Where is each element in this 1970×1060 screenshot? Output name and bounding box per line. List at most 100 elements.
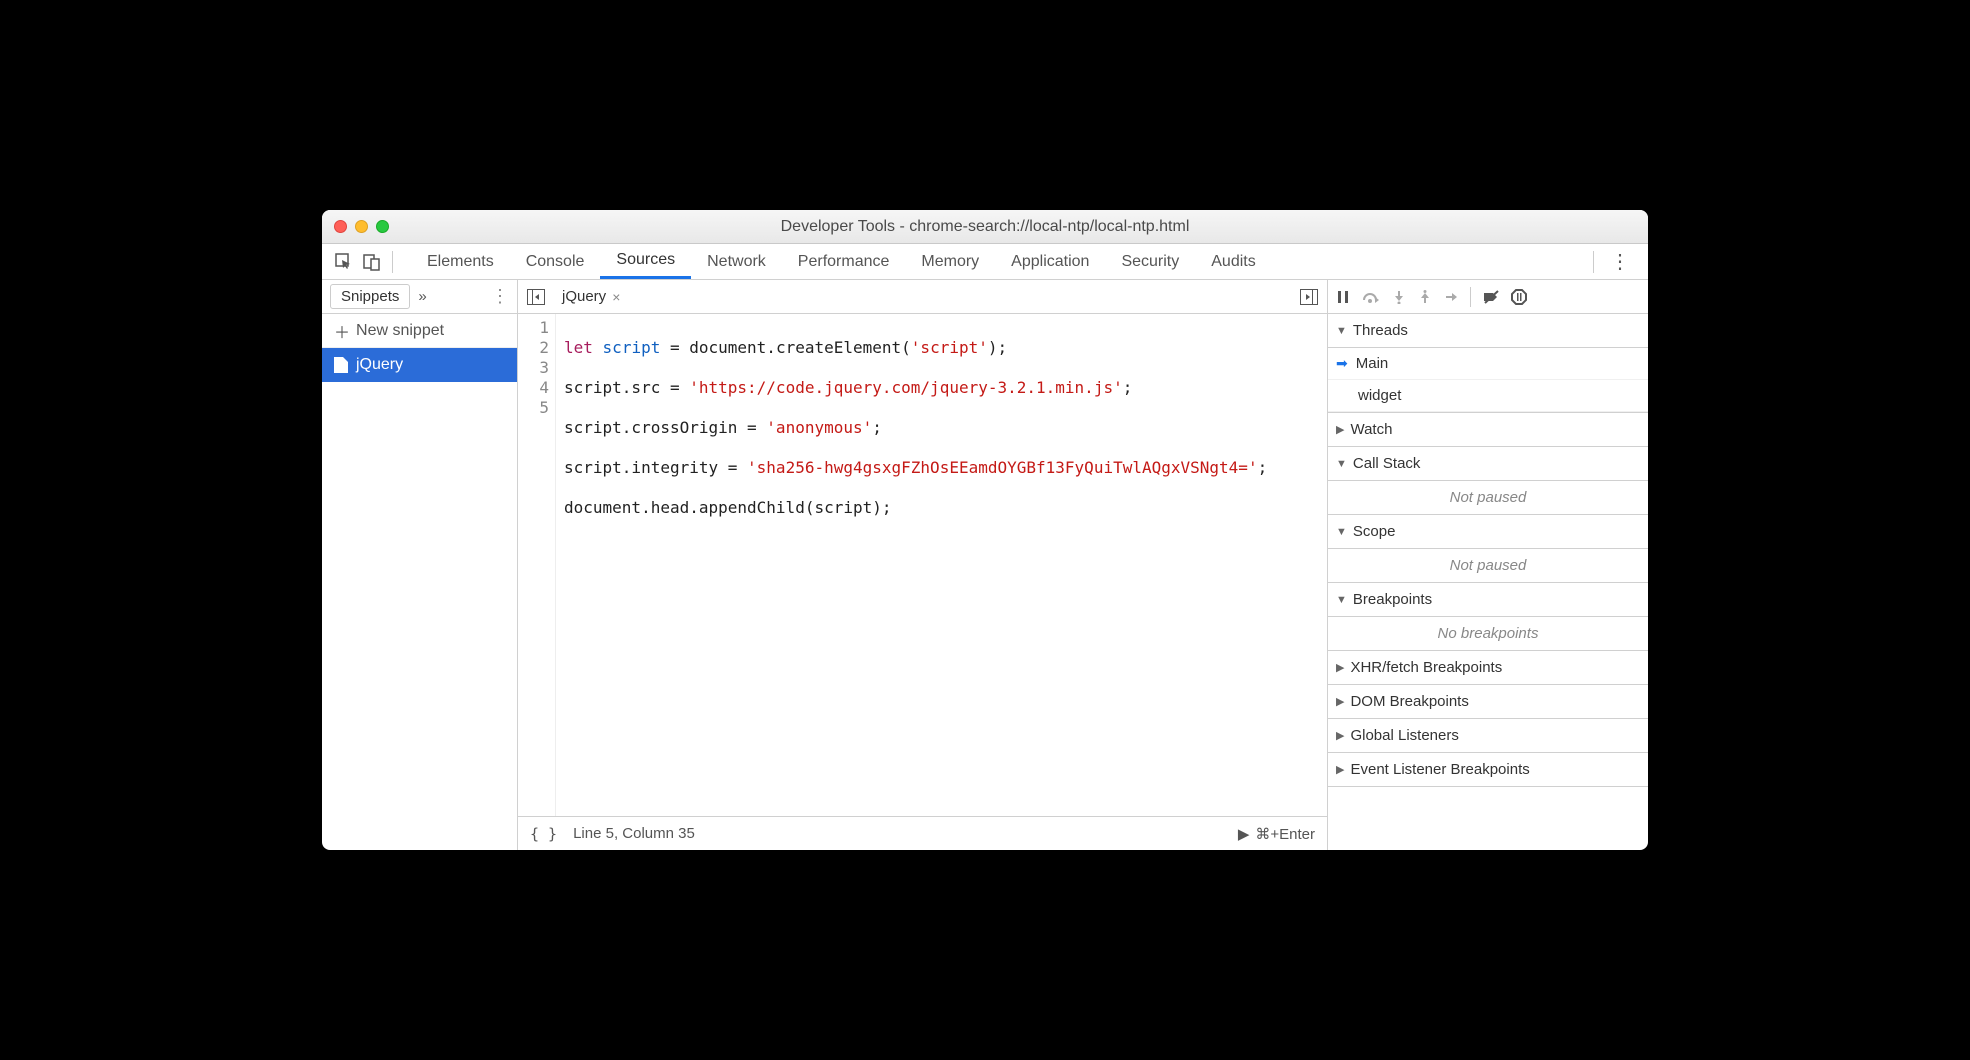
tab-elements[interactable]: Elements — [411, 244, 510, 279]
breakpoints-section-header[interactable]: ▼ Breakpoints — [1328, 583, 1648, 617]
snippet-item-label: jQuery — [356, 356, 403, 374]
pause-icon[interactable] — [1336, 290, 1350, 304]
event-listener-breakpoints-section-header[interactable]: ▶ Event Listener Breakpoints — [1328, 753, 1648, 787]
divider — [392, 251, 393, 273]
chevron-right-icon: ▶ — [1336, 729, 1344, 742]
cursor-position: Line 5, Column 35 — [573, 825, 695, 842]
tab-performance[interactable]: Performance — [782, 244, 906, 279]
tab-network[interactable]: Network — [691, 244, 782, 279]
traffic-lights — [334, 220, 389, 233]
settings-kebab-icon[interactable]: ⋮ — [1600, 249, 1640, 274]
debugger-pane: ▼Threads ➡Main widget ▶Watch ▼Call Stack… — [1328, 280, 1648, 850]
section-label: Global Listeners — [1350, 727, 1458, 744]
step-icon[interactable] — [1444, 290, 1458, 304]
snippet-list: jQuery — [322, 348, 517, 850]
debugger-toolbar — [1328, 280, 1648, 314]
close-tab-icon[interactable]: × — [612, 289, 620, 305]
window-title: Developer Tools - chrome-search://local-… — [322, 218, 1648, 236]
code-line: document.head.appendChild(script); — [564, 498, 1319, 518]
plus-icon: ＋ — [334, 319, 350, 343]
chevron-down-icon: ▼ — [1336, 325, 1347, 337]
thread-main[interactable]: ➡ Main — [1328, 348, 1648, 380]
editor-tab-label: jQuery — [562, 288, 606, 305]
section-label: DOM Breakpoints — [1350, 693, 1468, 710]
tab-security[interactable]: Security — [1105, 244, 1195, 279]
section-label: Watch — [1350, 421, 1392, 438]
tab-memory[interactable]: Memory — [905, 244, 995, 279]
deactivate-breakpoints-icon[interactable] — [1483, 290, 1499, 304]
thread-widget[interactable]: widget — [1328, 380, 1648, 412]
editor-statusbar: { } Line 5, Column 35 ▶ ⌘+Enter — [518, 816, 1327, 850]
dom-breakpoints-section-header[interactable]: ▶ DOM Breakpoints — [1328, 685, 1648, 719]
new-snippet-label: New snippet — [356, 322, 444, 340]
chevron-right-icon: ▶ — [1336, 661, 1344, 674]
pause-on-exceptions-icon[interactable] — [1511, 289, 1527, 305]
panel-tabs: Elements Console Sources Network Perform… — [411, 244, 1272, 279]
thread-label: Main — [1356, 355, 1389, 372]
step-over-icon[interactable] — [1362, 290, 1380, 304]
line-number: 3 — [518, 358, 549, 378]
active-thread-arrow-icon: ➡ — [1336, 355, 1348, 372]
scope-section-header[interactable]: ▼Scope — [1328, 515, 1648, 549]
callstack-section-header[interactable]: ▼ Call Stack — [1328, 447, 1648, 481]
section-label: Call Stack — [1353, 455, 1421, 472]
section-label: Scope — [1353, 523, 1396, 540]
code-line: script.integrity = 'sha256-hwg4gsxgFZhOs… — [564, 458, 1319, 478]
section-label: Breakpoints — [1353, 591, 1432, 608]
chevron-down-icon: ▼ — [1336, 458, 1347, 470]
xhr-breakpoints-section-header[interactable]: ▶ XHR/fetch Breakpoints — [1328, 651, 1648, 685]
watch-section-header[interactable]: ▶Watch — [1328, 413, 1648, 447]
line-number: 5 — [518, 398, 549, 418]
line-gutter: 1 2 3 4 5 — [518, 314, 556, 816]
section-label: XHR/fetch Breakpoints — [1350, 659, 1502, 676]
threads-section-header[interactable]: ▼ Threads — [1328, 314, 1648, 348]
section-label: Event Listener Breakpoints — [1350, 761, 1529, 778]
tab-sources[interactable]: Sources — [600, 244, 691, 279]
line-number: 1 — [518, 318, 549, 338]
pretty-print-icon[interactable]: { } — [530, 825, 557, 843]
editor-pane: jQuery × 1 2 3 4 5 let script = document… — [518, 280, 1328, 850]
chevron-right-icon: ▶ — [1336, 695, 1344, 708]
code-editor[interactable]: 1 2 3 4 5 let script = document.createEl… — [518, 314, 1327, 816]
callstack-status: Not paused — [1328, 481, 1648, 515]
chevron-right-icon: ▶ — [1336, 763, 1344, 776]
zoom-window-button[interactable] — [376, 220, 389, 233]
run-snippet-button[interactable]: ▶ ⌘+Enter — [1238, 825, 1315, 843]
chevron-down-icon: ▼ — [1336, 594, 1347, 606]
toggle-debugger-icon[interactable] — [1297, 289, 1321, 305]
code-line: let script = document.createElement('scr… — [564, 338, 1319, 358]
tab-console[interactable]: Console — [510, 244, 601, 279]
main-toolbar: Elements Console Sources Network Perform… — [322, 244, 1648, 280]
step-into-icon[interactable] — [1392, 290, 1406, 304]
close-window-button[interactable] — [334, 220, 347, 233]
code-line: script.src = 'https://code.jquery.com/jq… — [564, 378, 1319, 398]
toggle-navigator-icon[interactable] — [524, 289, 548, 305]
thread-label: widget — [1358, 387, 1401, 404]
navigator-pane: Snippets » ⋮ ＋ New snippet jQuery — [322, 280, 518, 850]
devtools-window: Developer Tools - chrome-search://local-… — [322, 210, 1648, 850]
divider — [1593, 251, 1594, 273]
navigator-menu-icon[interactable]: ⋮ — [491, 286, 509, 307]
inspect-element-icon[interactable] — [330, 253, 358, 271]
run-shortcut-label: ⌘+Enter — [1255, 825, 1315, 843]
more-tabs-icon[interactable]: » — [418, 288, 426, 305]
minimize-window-button[interactable] — [355, 220, 368, 233]
line-number: 2 — [518, 338, 549, 358]
code-area[interactable]: let script = document.createElement('scr… — [556, 314, 1327, 816]
play-icon: ▶ — [1238, 825, 1250, 843]
breakpoints-status: No breakpoints — [1328, 617, 1648, 651]
scope-status: Not paused — [1328, 549, 1648, 583]
global-listeners-section-header[interactable]: ▶ Global Listeners — [1328, 719, 1648, 753]
titlebar: Developer Tools - chrome-search://local-… — [322, 210, 1648, 244]
editor-tab-jquery[interactable]: jQuery × — [552, 284, 630, 309]
line-number: 4 — [518, 378, 549, 398]
tab-audits[interactable]: Audits — [1195, 244, 1271, 279]
device-toolbar-icon[interactable] — [358, 253, 386, 271]
snippets-tab[interactable]: Snippets — [330, 284, 410, 309]
new-snippet-button[interactable]: ＋ New snippet — [322, 314, 517, 348]
snippet-item-jquery[interactable]: jQuery — [322, 348, 517, 382]
snippet-file-icon — [334, 357, 348, 373]
step-out-icon[interactable] — [1418, 290, 1432, 304]
tab-application[interactable]: Application — [995, 244, 1105, 279]
section-label: Threads — [1353, 322, 1408, 339]
